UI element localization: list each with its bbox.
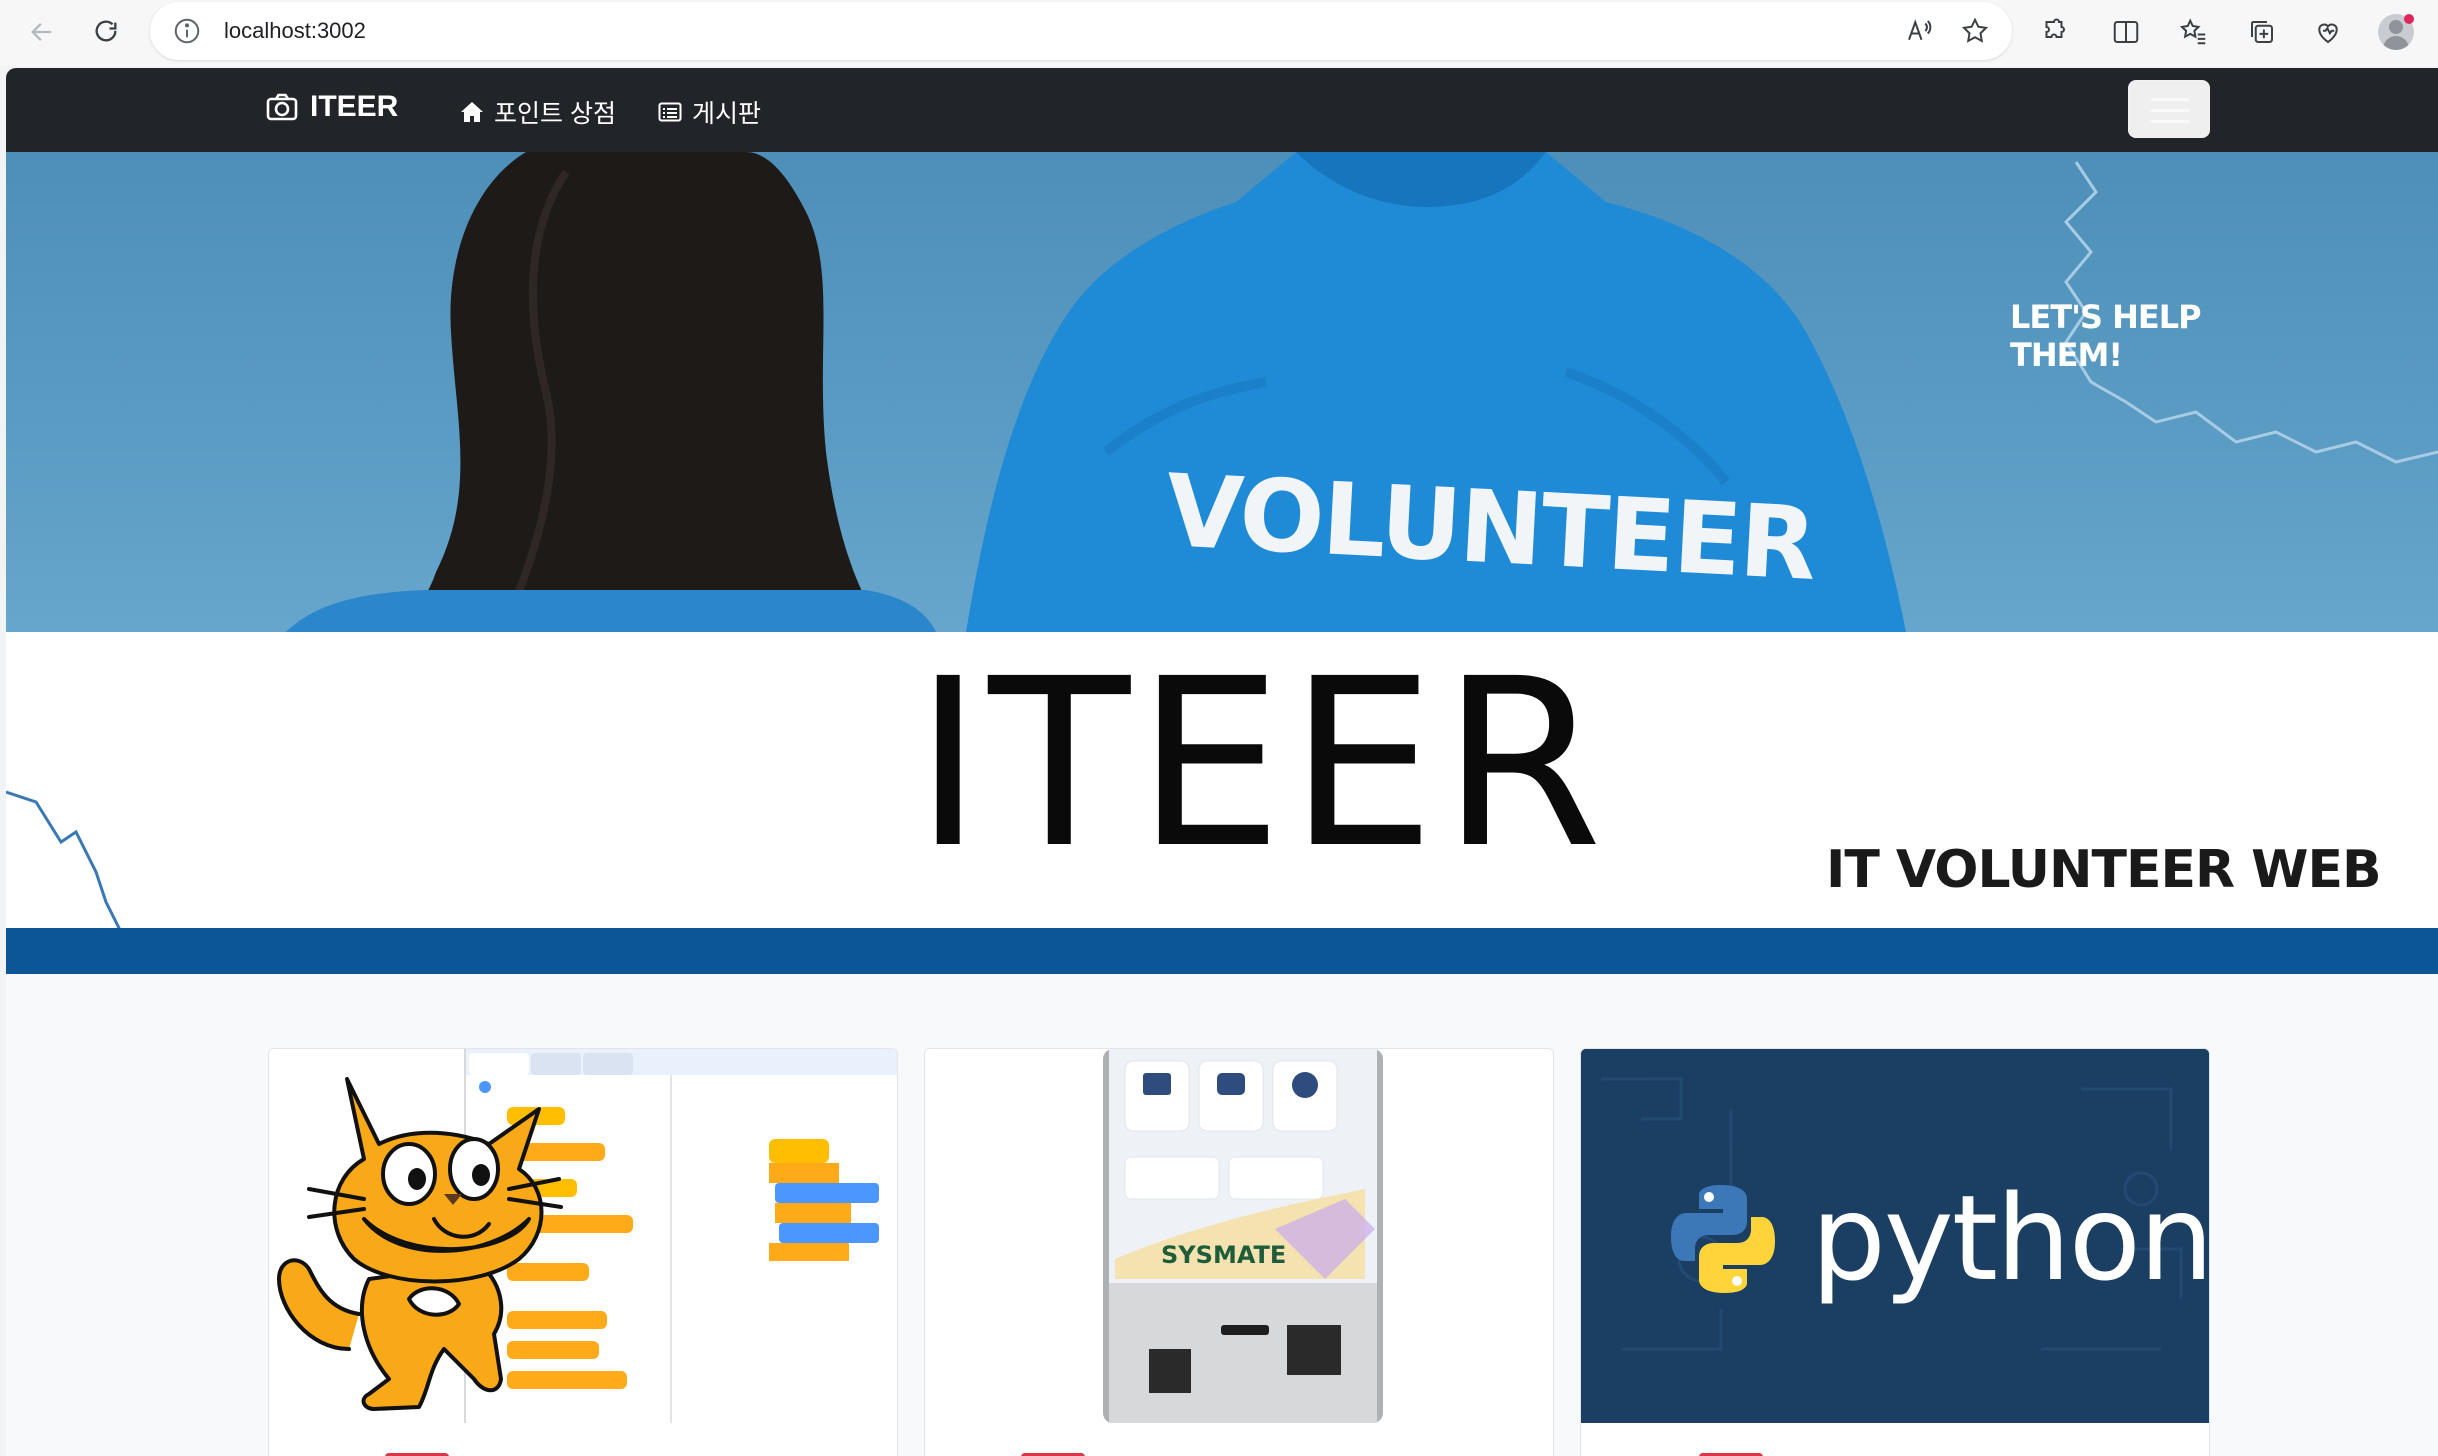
hero-blue-band [6, 928, 2438, 974]
browser-essentials-icon[interactable] [2310, 14, 2346, 50]
address-bar[interactable]: localhost:3002 [150, 2, 2012, 60]
read-aloud-icon[interactable] [1904, 16, 1936, 48]
course-card-python[interactable]: python [1580, 1048, 2210, 1456]
hamburger-icon-line [2150, 120, 2190, 123]
navbar-toggle-button[interactable] [2128, 80, 2210, 138]
python-logo-icon [1671, 1185, 1775, 1293]
scratch-coding-image [269, 1049, 897, 1423]
python-thumbnail: python [1581, 1049, 2210, 1423]
arrow-left-icon [31, 23, 52, 41]
hamburger-icon-line [2150, 109, 2190, 112]
course-card-scratch[interactable] [268, 1048, 898, 1456]
hero-tagline: LET'S HELP THEM! [2010, 298, 2202, 375]
nav-point-shop-label: 포인트 상점 [494, 100, 616, 128]
hamburger-icon-line [2150, 98, 2190, 101]
browser-toolbar: localhost:3002 [0, 0, 2438, 66]
hero-photo: VOLUNTEER LET'S HELP THEM! [6, 152, 2438, 632]
kiosk-thumbnail: SYSMATE [925, 1049, 1553, 1423]
page-viewport: ITEER 포인트 상점 게시판 VOLUNTEER LET'S HELP TH… [6, 68, 2438, 1456]
favorites-icon[interactable] [2176, 14, 2212, 50]
course-card-kiosk[interactable]: SYSMATE [924, 1048, 1554, 1456]
hero-title: ITEER [914, 629, 1609, 899]
reload-button[interactable] [84, 10, 128, 54]
notification-dot [2404, 14, 2414, 24]
split-screen-icon[interactable] [2108, 14, 2144, 50]
zigzag-decoration [6, 790, 123, 932]
list-alt-icon [658, 102, 682, 122]
star-icon[interactable] [1960, 16, 1992, 48]
hero-subtitle: IT VOLUNTEER WEB [1826, 840, 2382, 900]
kiosk-brand-label: SYSMATE [1161, 1241, 1286, 1269]
extensions-icon[interactable] [2036, 14, 2072, 50]
site-info-icon[interactable] [172, 16, 202, 46]
scratch-thumbnail [269, 1049, 897, 1423]
home-icon [461, 102, 483, 122]
url-text[interactable]: localhost:3002 [224, 18, 366, 44]
nav-board-label: 게시판 [692, 100, 762, 128]
navbar: ITEER 포인트 상점 게시판 [6, 68, 2438, 152]
collections-icon[interactable] [2244, 14, 2280, 50]
camera-icon [266, 93, 298, 121]
brand-label: ITEER [310, 90, 399, 123]
hero-banner: VOLUNTEER LET'S HELP THEM! ITEER IT VOLU… [6, 152, 2438, 974]
nav-board[interactable]: 게시판 [658, 94, 761, 130]
brand-link[interactable]: ITEER [266, 90, 398, 124]
nav-point-shop[interactable]: 포인트 상점 [460, 94, 616, 130]
sysmate-kiosk-image: SYSMATE [925, 1049, 1553, 1423]
back-button[interactable] [20, 10, 64, 54]
python-wordmark: python [1811, 1169, 2210, 1307]
reload-icon [95, 20, 117, 42]
